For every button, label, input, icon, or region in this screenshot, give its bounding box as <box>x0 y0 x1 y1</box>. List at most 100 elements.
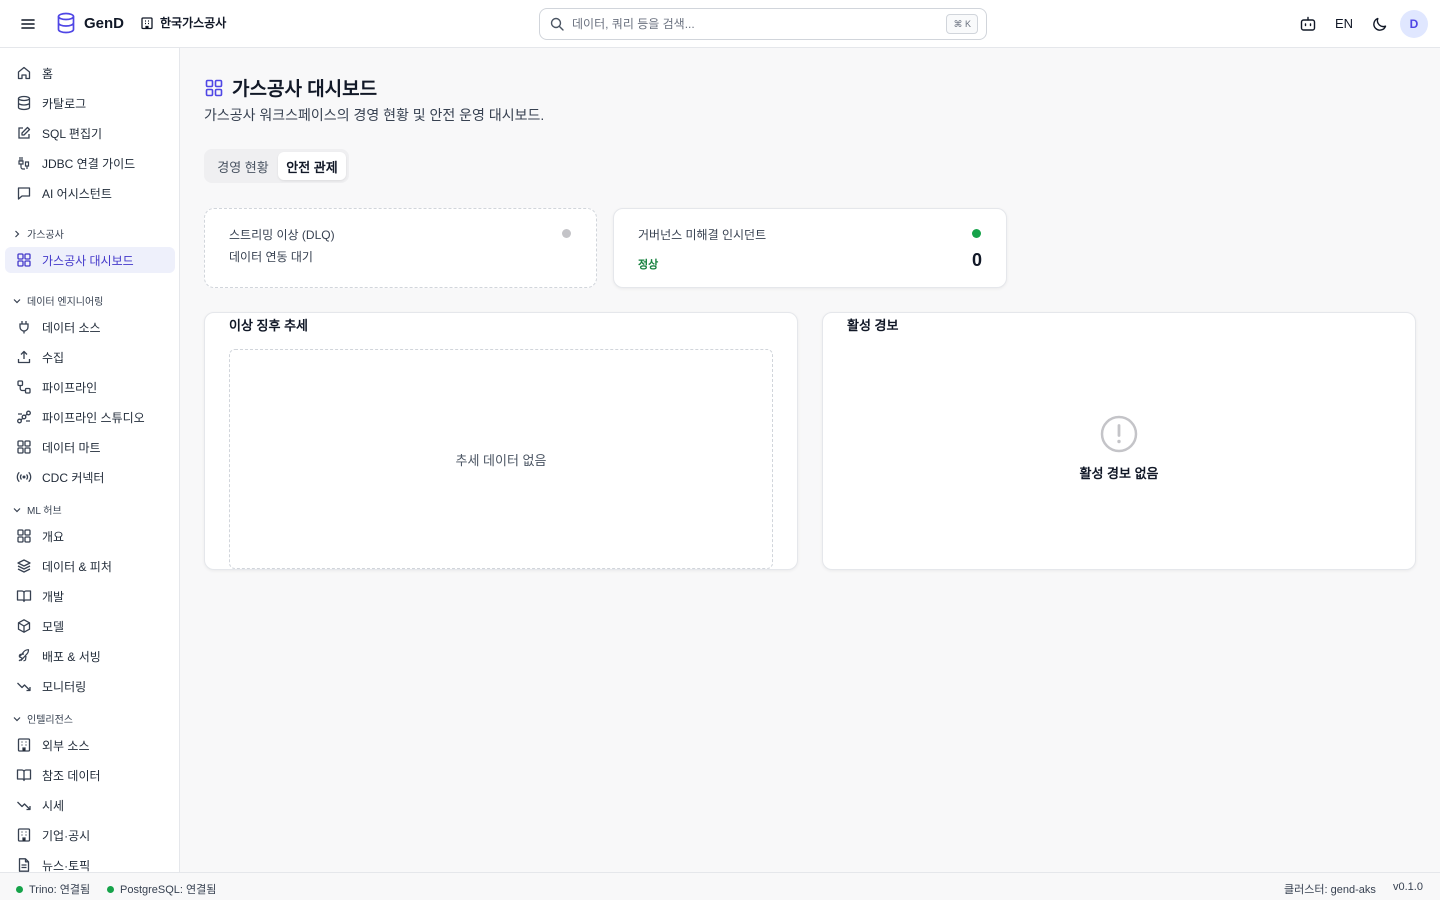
sidebar-item-news-topic[interactable]: 뉴스·토픽 <box>5 852 175 872</box>
sidebar-item-data-features[interactable]: 데이터 & 피처 <box>5 553 175 579</box>
sidebar-item-ai-assistant[interactable]: AI 어시스턴트 <box>5 180 175 206</box>
alerts-empty-state: 활성 경보 없음 <box>823 415 1415 482</box>
sidebar-item-deploy-serving[interactable]: 배포 & 서빙 <box>5 643 175 669</box>
version-text: v0.1.0 <box>1393 881 1423 893</box>
sidebar-item-overview[interactable]: 개요 <box>5 523 175 549</box>
sidebar-item-market-price[interactable]: 시세 <box>5 792 175 818</box>
alerts-empty-text: 활성 경보 없음 <box>1079 466 1159 481</box>
brand[interactable]: GenD <box>56 12 124 34</box>
sidebar-item-develop[interactable]: 개발 <box>5 583 175 609</box>
search-bar[interactable]: ⌘ K <box>539 8 987 40</box>
workspace-selector[interactable]: 한국가스공사 <box>140 14 226 31</box>
trend-down-icon <box>16 797 32 813</box>
postgres-status-dot <box>107 885 114 893</box>
top-bar: GenD 한국가스공사 ⌘ K EN D <box>0 0 1440 48</box>
sidebar-item-label: 데이터 & 피처 <box>42 559 112 574</box>
sidebar-item-monitoring[interactable]: 모니터링 <box>5 673 175 699</box>
upload-icon <box>16 349 32 365</box>
sidebar-item-label: 카탈로그 <box>42 96 87 111</box>
workflow-icon <box>16 409 32 425</box>
tab-bar: 경영 현황 안전 관제 <box>204 149 349 183</box>
sidebar-item-catalog[interactable]: 카탈로그 <box>5 90 175 116</box>
sidebar-item-label: 시세 <box>42 798 65 813</box>
workspace-name: 한국가스공사 <box>160 16 227 30</box>
sidebar-item-label: 수집 <box>42 350 65 365</box>
version-info: v0.1.0 <box>1393 881 1423 893</box>
dlq-label: 스트리밍 이상 (DLQ) <box>229 228 335 242</box>
chevron-down-icon <box>12 505 22 515</box>
sidebar-item-ingest[interactable]: 수집 <box>5 344 175 370</box>
governance-label: 거버넌스 미해결 인시던트 <box>638 228 767 242</box>
trend-panel: 이상 징후 추세 추세 데이터 없음 <box>204 312 798 570</box>
page-subtitle: 가스공사 워크스페이스의 경영 현황 및 안전 운영 대시보드. <box>204 107 545 123</box>
tab-business-status[interactable]: 경영 현황 <box>207 152 279 180</box>
search-icon <box>550 17 564 31</box>
dlq-card: 스트리밍 이상 (DLQ) 데이터 연동 대기 <box>204 208 597 288</box>
sidebar-item-label: JDBC 연결 가이드 <box>42 156 136 171</box>
sidebar-item-pipeline-studio[interactable]: 파이프라인 스튜디오 <box>5 404 175 430</box>
sidebar-item-sql-editor[interactable]: SQL 편집기 <box>5 120 175 146</box>
section-ml-hub[interactable]: ML 허브 <box>12 502 62 517</box>
avatar[interactable]: D <box>1400 10 1428 38</box>
sidebar-item-cdc-connector[interactable]: CDC 커넥터 <box>5 464 175 490</box>
grid-icon <box>16 439 32 455</box>
moon-icon[interactable] <box>1370 14 1390 34</box>
language-toggle[interactable]: EN <box>1335 16 1353 31</box>
postgres-status: PostgreSQL: 연결됨 <box>107 881 216 897</box>
section-label: 가스공사 <box>27 230 64 241</box>
page-header: 가스공사 대시보드 <box>204 74 377 101</box>
governance-count: 0 <box>971 250 982 270</box>
book-icon <box>16 588 32 604</box>
database-logo-icon <box>56 12 76 34</box>
sidebar-item-home[interactable]: 홈 <box>5 60 175 86</box>
trend-panel-title: 이상 징후 추세 <box>229 318 308 333</box>
sidebar-item-label: AI 어시스턴트 <box>42 186 112 201</box>
rocket-icon <box>16 648 32 664</box>
sidebar-item-gas-dashboard[interactable]: 가스공사 대시보드 <box>5 247 175 273</box>
chat-icon <box>16 185 32 201</box>
trino-status-dot <box>16 885 23 893</box>
section-data-engineering[interactable]: 데이터 엔지니어링 <box>12 293 103 308</box>
sidebar-item-pipeline[interactable]: 파이프라인 <box>5 374 175 400</box>
sidebar-item-label: 파이프라인 <box>42 380 98 395</box>
sidebar-item-data-source[interactable]: 데이터 소스 <box>5 314 175 340</box>
building-icon <box>16 737 32 753</box>
section-gas[interactable]: 가스공사 <box>12 226 64 241</box>
trend-empty-state: 추세 데이터 없음 <box>229 349 773 569</box>
status-bar: Trino: 연결됨 PostgreSQL: 연결됨 클러스터: gend-ak… <box>0 872 1440 900</box>
dlq-status-dot <box>562 229 571 238</box>
layers-icon <box>16 558 32 574</box>
sidebar-item-data-mart[interactable]: 데이터 마트 <box>5 434 175 460</box>
home-icon <box>16 65 32 81</box>
page-title: 가스공사 대시보드 <box>232 79 378 100</box>
book-icon <box>16 767 32 783</box>
sidebar-item-label: 배포 & 서빙 <box>42 649 101 664</box>
sidebar-item-label: CDC 커넥터 <box>42 470 105 485</box>
robot-icon[interactable] <box>1298 14 1318 34</box>
dlq-status: 데이터 연동 대기 <box>229 250 313 264</box>
sidebar: 홈 카탈로그 SQL 편집기 JDBC 연결 가이드 AI 어시스턴트 가스공사… <box>0 48 180 872</box>
plug-icon <box>16 319 32 335</box>
sidebar-item-jdbc-guide[interactable]: JDBC 연결 가이드 <box>5 150 175 176</box>
sidebar-item-label: 홈 <box>42 66 54 81</box>
sidebar-item-external-source[interactable]: 외부 소스 <box>5 732 175 758</box>
alerts-panel-title: 활성 경보 <box>847 318 899 333</box>
search-input[interactable] <box>572 17 932 31</box>
section-intelligence[interactable]: 인텔리전스 <box>12 711 73 726</box>
tab-safety-control[interactable]: 안전 관제 <box>278 152 346 180</box>
box-icon <box>16 618 32 634</box>
menu-icon[interactable] <box>18 14 38 34</box>
sidebar-item-reference-data[interactable]: 참조 데이터 <box>5 762 175 788</box>
grid-icon <box>16 252 32 268</box>
database-icon <box>16 95 32 111</box>
sidebar-item-corporate-disclosure[interactable]: 기업·공시 <box>5 822 175 848</box>
sidebar-item-model[interactable]: 모델 <box>5 613 175 639</box>
sidebar-item-label: SQL 편집기 <box>42 126 103 141</box>
chevron-right-icon <box>12 229 22 239</box>
cluster-info: 클러스터: gend-aks <box>1284 881 1376 897</box>
grid-icon <box>204 78 224 98</box>
grid-icon <box>16 528 32 544</box>
sidebar-item-label: 데이터 마트 <box>42 440 101 455</box>
sidebar-item-label: 개발 <box>42 589 65 604</box>
sidebar-item-label: 데이터 소스 <box>42 320 101 335</box>
